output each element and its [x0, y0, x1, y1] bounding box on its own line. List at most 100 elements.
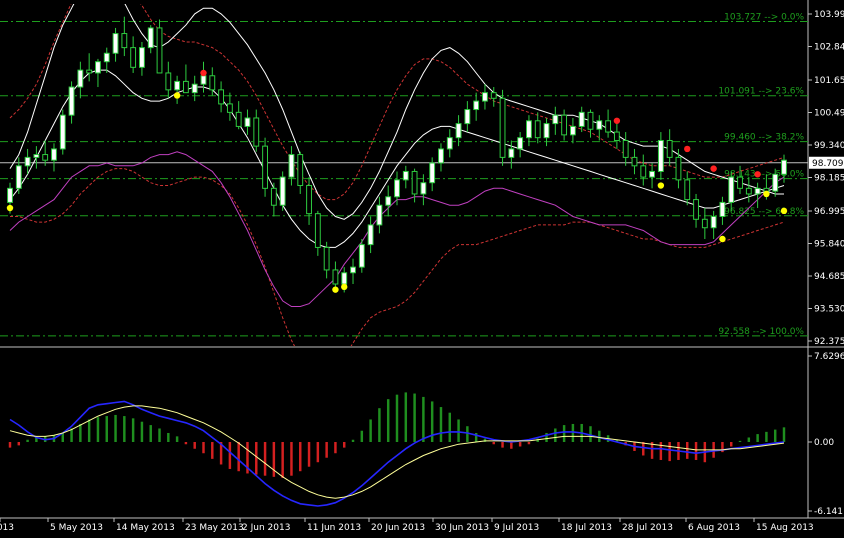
macd-histogram-bar — [773, 429, 777, 442]
time-axis-label: 20 Jun 2013 — [371, 523, 425, 533]
candle-body — [244, 117, 251, 127]
candle — [649, 163, 655, 189]
price-panel[interactable]: 103.727 --> 0.0% 101.091 --> 23.6% 99.460 … — [0, 0, 808, 374]
candle — [59, 109, 66, 155]
candle-body — [781, 159, 787, 175]
macd-histogram-bar — [123, 416, 126, 442]
fib-level-label: 99.460 --> 38.2% — [724, 133, 804, 143]
macd-histogram-bar — [694, 442, 698, 460]
candle — [657, 132, 664, 180]
macd-histogram-bar — [404, 392, 408, 442]
macd-histogram-bar — [448, 412, 452, 442]
candle-body — [51, 148, 57, 161]
candle-body — [605, 120, 612, 133]
candle-body — [657, 139, 664, 172]
chart-canvas[interactable]: 103.727 --> 0.0% 101.091 --> 23.6% 99.460 … — [0, 0, 844, 538]
candle — [112, 27, 119, 62]
candle-body — [15, 165, 22, 189]
candle-body — [270, 187, 277, 206]
candle — [613, 120, 620, 149]
candle-body — [323, 246, 330, 271]
candle-body — [737, 176, 743, 189]
macd-histogram-bar — [351, 439, 355, 442]
candle — [121, 16, 128, 57]
candle-body — [464, 109, 471, 125]
macd-histogram-bar — [290, 442, 293, 476]
macd-panel[interactable] — [8, 392, 786, 507]
candle-body — [367, 224, 374, 246]
macd-histogram-bar — [255, 442, 258, 475]
candle — [279, 171, 286, 211]
candle-body — [209, 75, 216, 91]
candle-body — [191, 83, 198, 94]
candle-body — [121, 33, 128, 49]
candle-body — [103, 52, 110, 63]
macd-histogram-bar — [193, 442, 196, 449]
candle — [640, 154, 647, 186]
candle — [605, 109, 612, 138]
candle-body — [112, 33, 119, 54]
macd-axis-label: -6.141 — [814, 507, 843, 517]
candle — [666, 129, 673, 166]
macd-histogram-bar — [281, 442, 284, 478]
time-axis-label: 2013 — [0, 523, 14, 533]
macd-histogram-bar — [782, 427, 786, 442]
price-axis-label: 101.650 — [814, 76, 844, 86]
candle-body — [7, 187, 13, 203]
candle-body — [455, 123, 462, 139]
candle-body — [95, 61, 101, 74]
candle — [728, 171, 735, 211]
candle-body — [341, 272, 348, 285]
price-axis-label: 95.840 — [814, 239, 844, 249]
time-axis-label: 30 Jun 2013 — [435, 523, 489, 533]
candle — [165, 61, 172, 99]
macd-histogram-bar — [518, 442, 522, 447]
candle — [719, 196, 726, 225]
price-axis-label: 102.840 — [814, 43, 844, 53]
time-axis-label: 18 Jul 2013 — [561, 523, 612, 533]
fib-level-label: 98.143 --> 50.0% — [724, 170, 804, 180]
macd-histogram-bar — [738, 440, 742, 442]
time-axis-label: 15 Aug 2013 — [756, 523, 814, 533]
candle — [385, 185, 392, 217]
macd-histogram-bar — [386, 399, 390, 442]
macd-histogram-bar — [457, 419, 460, 442]
candle — [675, 148, 682, 189]
candle — [95, 58, 101, 88]
candle-body — [297, 154, 304, 187]
candle-body — [587, 111, 594, 130]
macd-histogram-bar — [642, 442, 645, 456]
time-axis-label: 6 Aug 2013 — [688, 523, 740, 533]
candle-body — [640, 165, 647, 178]
macd-histogram-bar — [263, 442, 267, 476]
candle — [226, 92, 233, 121]
candle-body — [332, 269, 339, 285]
macd-histogram-bar — [299, 442, 302, 472]
time-axis-label: 11 Jun 2013 — [307, 523, 361, 533]
macd-histogram-bar — [668, 442, 671, 462]
macd-histogram-bar — [70, 428, 73, 442]
macd-histogram-bar — [562, 425, 566, 442]
candle-body — [420, 182, 427, 195]
candle-body — [376, 204, 383, 226]
candle-body — [394, 179, 400, 198]
candle-body — [156, 27, 163, 74]
candle-body — [763, 187, 770, 192]
macd-histogram-bar — [26, 439, 29, 442]
macd-histogram-bar — [729, 442, 733, 447]
macd-histogram-bar — [554, 428, 557, 442]
candle-body — [578, 111, 585, 127]
candle-body — [429, 162, 436, 184]
fractal-down-marker — [719, 235, 726, 243]
trading-chart-window[interactable]: 103.727 --> 0.0% 101.091 --> 23.6% 99.460 … — [0, 0, 844, 538]
candle-body — [622, 139, 629, 158]
fib-level-label: 103.727 --> 0.0% — [724, 13, 804, 23]
candle — [306, 177, 312, 225]
candle — [587, 109, 594, 138]
candle-body — [42, 154, 49, 161]
candle — [350, 258, 356, 285]
macd-histogram-bar — [184, 442, 188, 445]
macd-histogram-bar — [140, 421, 144, 442]
candle — [517, 132, 524, 158]
candle-body — [649, 170, 655, 178]
